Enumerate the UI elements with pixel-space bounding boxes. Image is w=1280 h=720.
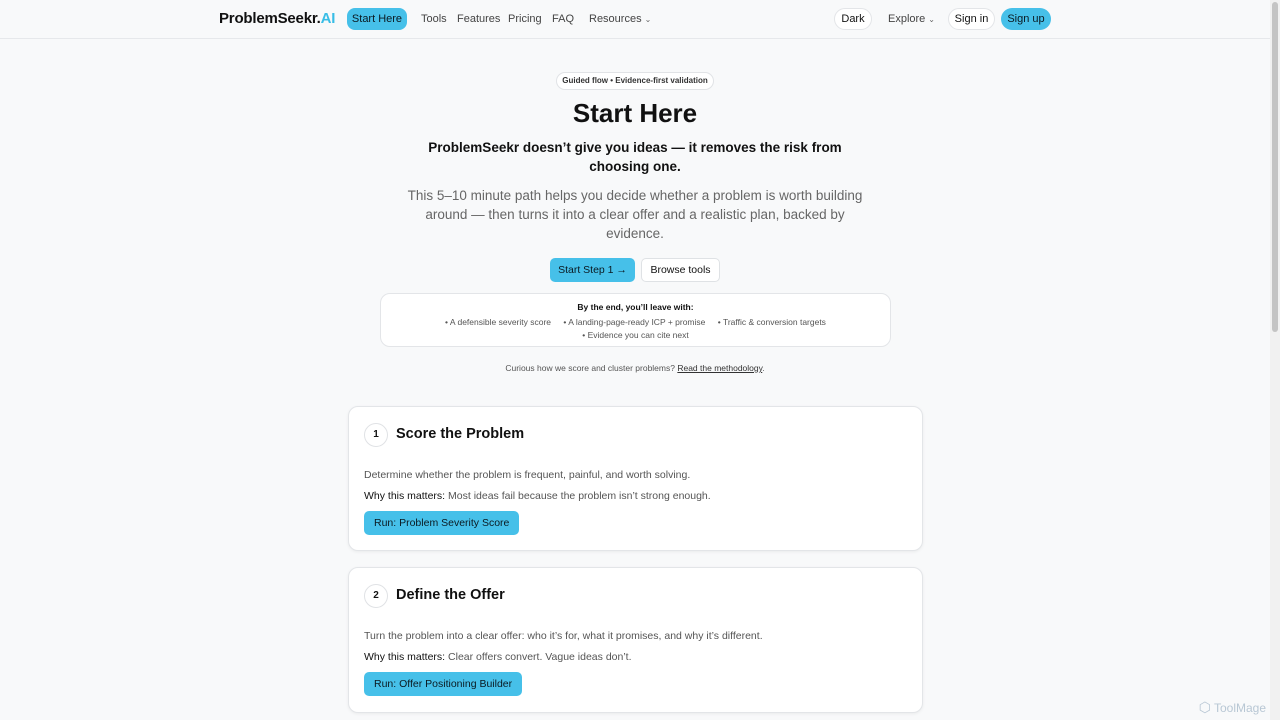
methodology-line: Curious how we score and cluster problem… [0, 363, 1270, 373]
outcomes-title: By the end, you’ll leave with: [577, 302, 694, 312]
watermark: ⬡ ToolMage [1199, 699, 1266, 716]
scrollbar-thumb[interactable] [1272, 2, 1278, 332]
step-why: Why this matters: Clear offers convert. … [364, 651, 632, 663]
step-why: Why this matters: Most ideas fail becaus… [364, 490, 711, 502]
nav-tools-link[interactable]: Tools [421, 13, 447, 25]
run-problem-severity-score-button[interactable]: Run: Problem Severity Score [364, 511, 520, 535]
methodology-text: Curious how we score and cluster problem… [505, 363, 675, 373]
outcomes-box: By the end, you’ll leave with: • A defen… [380, 293, 891, 347]
why-text: Clear offers convert. Vague ideas don’t. [448, 651, 632, 663]
dark-mode-toggle[interactable]: Dark [834, 8, 872, 30]
page-scrollbar[interactable] [1270, 0, 1280, 720]
step-title: Score the Problem [396, 426, 525, 442]
step-number-badge: 1 [364, 423, 388, 447]
watermark-text: ToolMage [1213, 701, 1266, 715]
outcomes-list: • A defensible severity score • A landin… [381, 316, 890, 342]
methodology-suffix: . [762, 363, 765, 373]
start-step-1-button[interactable]: Start Step 1 → [550, 258, 635, 282]
outcome-item: • A defensible severity score [445, 317, 552, 327]
step-description: Turn the problem into a clear offer: who… [364, 630, 763, 642]
step-number-badge: 2 [364, 584, 388, 608]
nav-explore-dropdown[interactable]: Explore ⌄ [888, 13, 935, 25]
nav-pricing-link[interactable]: Pricing [508, 13, 542, 25]
nav-resources-dropdown[interactable]: Resources ⌄ [589, 13, 651, 25]
hero-subtitle: ProblemSeekr doesn’t give you ideas — it… [428, 140, 842, 174]
outcome-item: • A landing-page-ready ICP + promise [563, 317, 706, 327]
methodology-link[interactable]: Read the methodology [677, 363, 762, 373]
logo[interactable]: ProblemSeekr.AI [219, 10, 335, 27]
why-label: Why this matters: [364, 490, 446, 502]
step-description: Determine whether the problem is frequen… [364, 469, 691, 481]
outcome-item: • Evidence you can cite next [582, 330, 689, 340]
sign-up-button[interactable]: Sign up [1001, 8, 1051, 30]
step-title: Define the Offer [396, 587, 505, 603]
chevron-down-icon: ⌄ [644, 15, 652, 24]
chevron-down-icon: ⌄ [928, 15, 935, 24]
top-navbar: ProblemSeekr.AI Start Here Tools Feature… [0, 0, 1270, 39]
hero-description: This 5–10 minute path helps you decide w… [407, 188, 863, 241]
step-card-1: 1 Score the Problem Determine whether th… [348, 406, 923, 551]
sign-in-button[interactable]: Sign in [948, 8, 995, 30]
step-card-2: 2 Define the Offer Turn the problem into… [348, 567, 923, 713]
page-title: Start Here [572, 98, 698, 128]
nav-faq-link[interactable]: FAQ [552, 13, 574, 25]
outcome-item: • Traffic & conversion targets [717, 317, 826, 327]
nav-start-here-button[interactable]: Start Here [347, 8, 407, 30]
browse-tools-button[interactable]: Browse tools [641, 258, 720, 282]
nav-features-link[interactable]: Features [457, 13, 500, 25]
why-text: Most ideas fail because the problem isn’… [448, 490, 711, 502]
run-offer-positioning-builder-button[interactable]: Run: Offer Positioning Builder [364, 672, 523, 696]
hexagon-logo-icon: ⬡ [1198, 699, 1211, 715]
hero-badge: Guided flow • Evidence-first validation [556, 72, 714, 90]
why-label: Why this matters: [364, 651, 446, 663]
